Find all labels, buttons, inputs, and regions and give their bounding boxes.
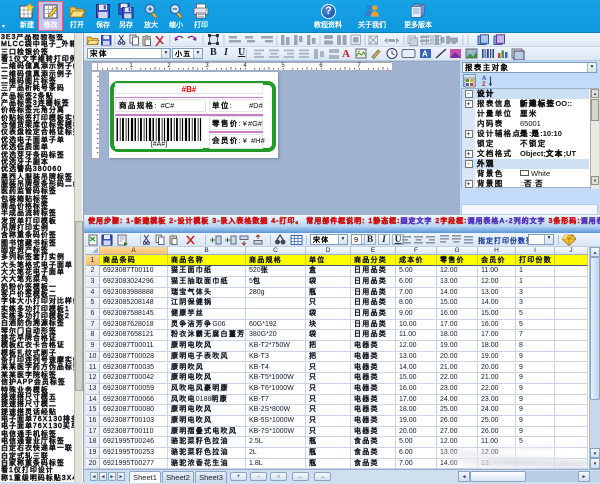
svg-text:A: A bbox=[422, 50, 428, 59]
svg-text:Z: Z bbox=[482, 82, 486, 87]
svg-text:A: A bbox=[342, 48, 350, 60]
